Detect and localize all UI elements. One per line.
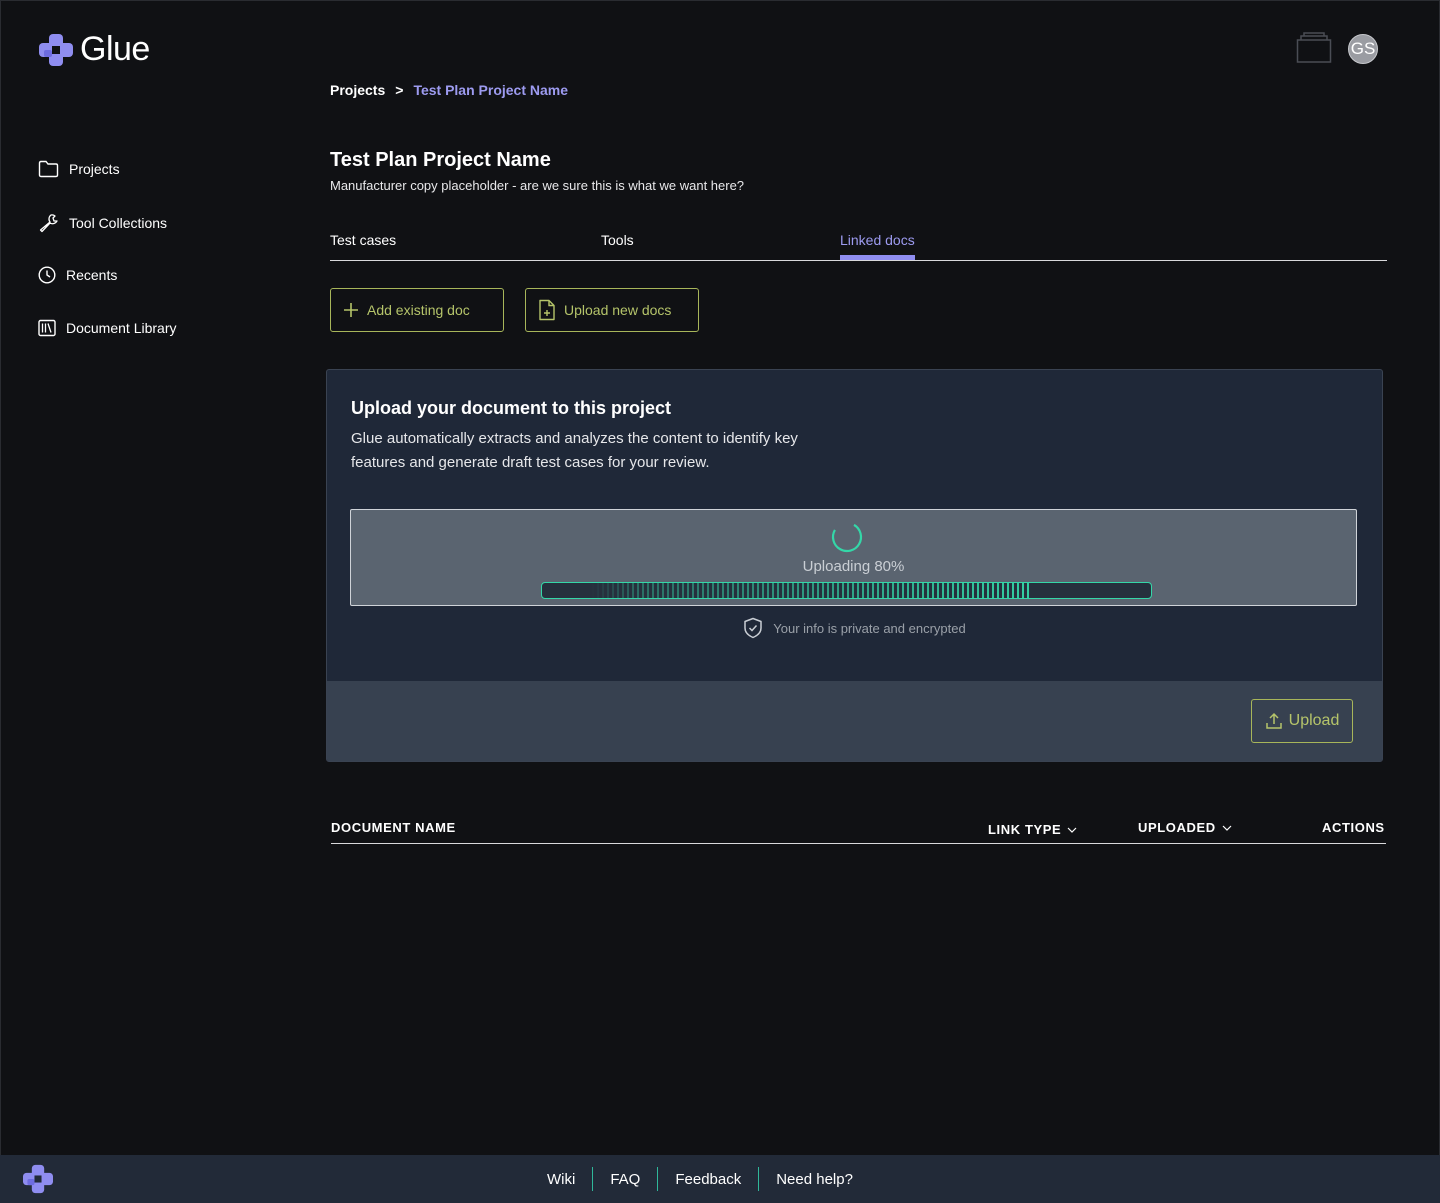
footer-link-wiki[interactable]: Wiki	[530, 1171, 592, 1188]
upload-new-docs-label: Upload new docs	[564, 302, 672, 318]
user-avatar[interactable]: GS	[1348, 34, 1378, 64]
add-existing-doc-label: Add existing doc	[367, 302, 470, 318]
wrench-icon	[39, 214, 58, 233]
sidebar-item-tool-collections[interactable]: Tool Collections	[38, 212, 167, 234]
footer-link-faq[interactable]: FAQ	[593, 1171, 657, 1188]
tab-linked-docs[interactable]: Linked docs	[840, 232, 915, 260]
footer-link-feedback[interactable]: Feedback	[658, 1171, 758, 1188]
upload-progress-bar	[541, 582, 1152, 599]
upload-dropzone[interactable]: Uploading 80%	[350, 509, 1357, 606]
upload-panel-description: Glue automatically extracts and analyzes…	[351, 430, 798, 471]
breadcrumb-separator: >	[395, 82, 404, 98]
page-title: Test Plan Project Name	[330, 149, 551, 171]
column-link-type-label: LINK TYPE	[988, 822, 1062, 837]
glue-logo-icon	[39, 33, 73, 66]
clock-icon	[38, 266, 56, 284]
sidebar-item-label: Projects	[69, 161, 120, 177]
sidebar-item-document-library[interactable]: Document Library	[38, 317, 177, 339]
column-link-type[interactable]: LINK TYPE	[988, 822, 1077, 837]
upload-new-docs-button[interactable]: Upload new docs	[525, 288, 699, 332]
privacy-note-text: Your info is private and encrypted	[773, 620, 966, 636]
tab-tools[interactable]: Tools	[601, 232, 634, 260]
footer-link-need-help[interactable]: Need help?	[759, 1171, 870, 1188]
glue-logo-icon[interactable]	[22, 1164, 54, 1194]
site-footer: Wiki FAQ Feedback Need help?	[0, 1155, 1440, 1203]
inbox-tray-icon[interactable]	[1296, 32, 1332, 64]
breadcrumb-current: Test Plan Project Name	[413, 82, 569, 98]
column-document-name-label: DOCUMENT NAME	[331, 820, 456, 835]
plus-icon	[344, 303, 358, 317]
loading-spinner-icon	[831, 521, 863, 553]
folder-icon	[38, 160, 59, 178]
sidebar-item-label: Document Library	[66, 320, 177, 336]
column-uploaded-label: UPLOADED	[1138, 820, 1216, 835]
column-uploaded[interactable]: UPLOADED	[1138, 820, 1232, 835]
app-logo[interactable]: Glue	[38, 30, 150, 69]
upload-progress-fill	[542, 583, 1030, 598]
upload-button[interactable]: Upload	[1251, 699, 1353, 743]
tab-test-cases[interactable]: Test cases	[330, 232, 396, 260]
chevron-down-icon	[1067, 827, 1077, 833]
shield-check-icon	[744, 617, 762, 639]
upload-icon	[1265, 712, 1282, 729]
column-actions-label: ACTIONS	[1322, 820, 1385, 835]
chevron-down-icon	[1222, 825, 1232, 831]
sidebar-item-label: Tool Collections	[69, 215, 168, 231]
upload-panel-footer: Upload	[327, 681, 1382, 761]
upload-panel-title: Upload your document to this project	[351, 398, 672, 418]
sidebar-item-label: Recents	[66, 267, 118, 283]
documents-table-header: DOCUMENT NAME LINK TYPE UPLOADED ACTIONS	[331, 815, 1386, 844]
column-document-name[interactable]: DOCUMENT NAME	[331, 820, 456, 835]
library-icon	[38, 319, 56, 337]
breadcrumb-projects-link[interactable]: Projects	[330, 82, 385, 98]
footer-links: Wiki FAQ Feedback Need help?	[530, 1167, 870, 1191]
sidebar-item-recents[interactable]: Recents	[38, 264, 117, 286]
app-name: Glue	[80, 30, 150, 68]
page-subtitle: Manufacturer copy placeholder - are we s…	[330, 178, 745, 193]
file-add-icon	[539, 299, 555, 321]
upload-button-label: Upload	[1288, 712, 1340, 729]
upload-status: Uploading 80%	[802, 558, 905, 575]
upload-panel: Upload your document to this project Glu…	[326, 369, 1383, 762]
column-actions: ACTIONS	[1322, 820, 1385, 835]
add-existing-doc-button[interactable]: Add existing doc	[330, 288, 504, 332]
privacy-note: Your info is private and encrypted	[327, 617, 1382, 639]
tab-bar: Test cases Tools Linked docs	[330, 232, 1387, 261]
breadcrumb: Projects > Test Plan Project Name	[330, 82, 568, 98]
sidebar-item-projects[interactable]: Projects	[38, 158, 120, 180]
